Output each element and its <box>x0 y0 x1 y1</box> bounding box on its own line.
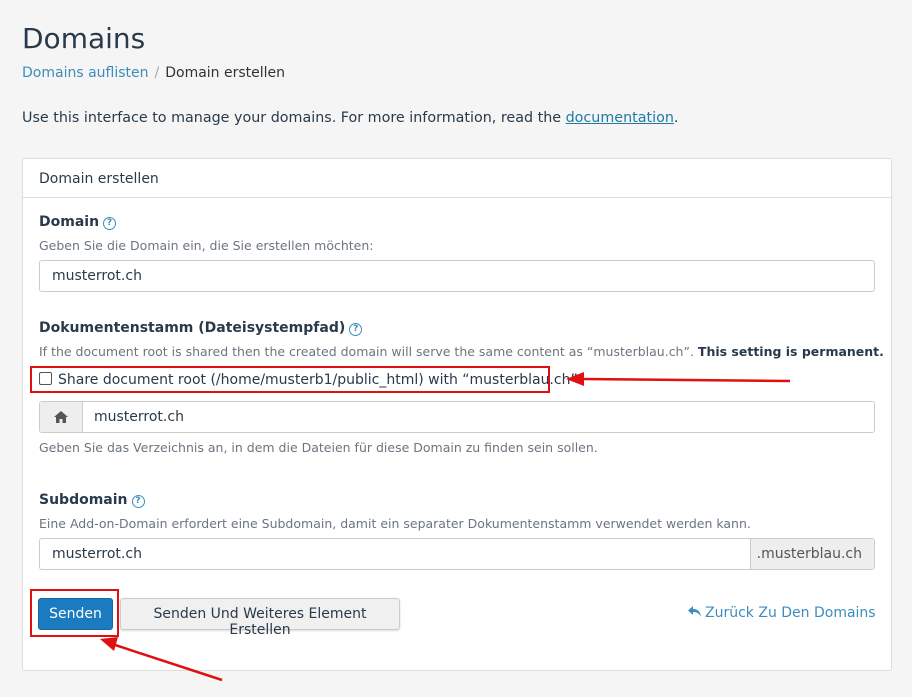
annotation-arrows <box>100 372 791 682</box>
annotation-arrow <box>100 637 223 682</box>
annotation-arrow <box>566 372 791 386</box>
